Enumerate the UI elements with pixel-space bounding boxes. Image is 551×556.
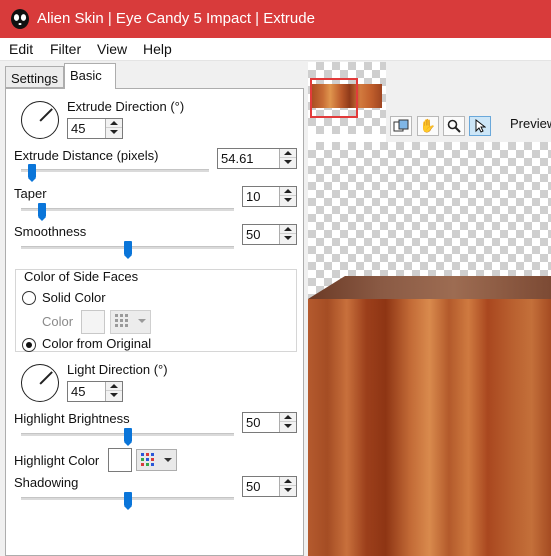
basic-tab-page: Extrude Direction (°) 45 Extrude Distanc… [5, 88, 304, 556]
extrude-distance-slider-thumb[interactable] [28, 164, 37, 182]
highlight-brightness-slider-thumb[interactable] [123, 428, 132, 446]
color-label: Color [42, 314, 74, 329]
menu-view[interactable]: View [97, 41, 127, 57]
shadowing-slider-thumb[interactable] [123, 492, 132, 510]
spin-up-button[interactable] [280, 187, 296, 196]
tab-settings[interactable]: Settings [5, 66, 64, 88]
side-color-picker-button [110, 310, 151, 334]
dial-needle [39, 371, 53, 385]
settings-panel: Settings Basic Extrude Direction (°) 45 … [0, 62, 308, 556]
extrude-direction-dial[interactable] [21, 101, 59, 139]
spin-up-button[interactable] [280, 477, 296, 486]
solid-color-radio[interactable] [22, 291, 36, 305]
navigator-thumbnail[interactable] [308, 62, 386, 134]
smoothness-value: 50 [246, 227, 261, 242]
side-faces-title: Color of Side Faces [24, 269, 139, 284]
chevron-down-icon [164, 458, 172, 462]
extrude-distance-spinbox[interactable]: 54.61 [217, 148, 297, 169]
taper-slider-track[interactable] [21, 208, 234, 211]
spin-down-button[interactable] [106, 391, 122, 400]
shadowing-spinbox[interactable]: 50 [242, 476, 297, 497]
extruded-wood-image [308, 276, 551, 556]
spin-down-button[interactable] [280, 234, 296, 243]
navigator-viewport-frame[interactable] [310, 78, 358, 118]
extrude-direction-spinbox[interactable]: 45 [67, 118, 123, 139]
taper-value: 10 [246, 189, 261, 204]
side-faces-group: Color of Side Faces Solid Color Color Co… [15, 269, 297, 352]
extrude-direction-label: Extrude Direction (°) [67, 99, 185, 114]
window-title: Alien Skin | Eye Candy 5 Impact | Extrud… [37, 10, 315, 27]
side-color-swatch [81, 310, 105, 334]
extrude-distance-value: 54.61 [221, 151, 254, 166]
menu-bar: Edit Filter View Help [0, 38, 551, 61]
highlight-brightness-label: Highlight Brightness [14, 411, 130, 426]
highlight-color-label: Highlight Color [14, 453, 100, 468]
color-from-original-radio[interactable] [22, 338, 36, 352]
taper-label: Taper [14, 186, 47, 201]
spin-up-button[interactable] [106, 382, 122, 391]
smoothness-spinbox[interactable]: 50 [242, 224, 297, 245]
shadowing-value: 50 [246, 479, 261, 494]
shadowing-label: Shadowing [14, 475, 79, 490]
spin-down-button[interactable] [280, 422, 296, 431]
color-from-original-label[interactable]: Color from Original [42, 336, 151, 351]
dial-needle [39, 108, 53, 122]
extrude-distance-slider-track[interactable] [21, 169, 209, 172]
light-direction-spinbox[interactable]: 45 [67, 381, 123, 402]
highlight-brightness-value: 50 [246, 415, 261, 430]
extrude-direction-value: 45 [71, 121, 86, 136]
color-grid-icon [141, 453, 154, 466]
taper-spinbox[interactable]: 10 [242, 186, 297, 207]
spin-up-button[interactable] [280, 413, 296, 422]
light-direction-dial[interactable] [21, 364, 59, 402]
spin-down-button[interactable] [280, 158, 296, 167]
preview-label: Preview [510, 116, 551, 131]
preview-canvas[interactable] [308, 142, 551, 556]
solid-color-label[interactable]: Solid Color [42, 290, 106, 305]
highlight-color-picker-button[interactable] [136, 449, 177, 471]
extrude-distance-label: Extrude Distance (pixels) [14, 148, 159, 163]
highlight-color-swatch[interactable] [108, 448, 132, 472]
menu-filter[interactable]: Filter [50, 41, 81, 57]
light-direction-label: Light Direction (°) [67, 362, 168, 377]
light-direction-value: 45 [71, 384, 86, 399]
arrow-pointer-icon[interactable] [469, 116, 491, 136]
smoothness-slider-thumb[interactable] [123, 241, 132, 259]
chevron-down-icon [138, 319, 146, 323]
menu-help[interactable]: Help [143, 41, 172, 57]
spin-down-button[interactable] [106, 128, 122, 137]
hand-icon[interactable]: ✋ [417, 116, 439, 136]
menu-edit[interactable]: Edit [9, 41, 33, 57]
preview-area: ✋ Preview [308, 62, 551, 556]
spin-down-button[interactable] [280, 196, 296, 205]
taper-slider-thumb[interactable] [38, 203, 47, 221]
spin-up-button[interactable] [280, 225, 296, 234]
title-bar: Alien Skin | Eye Candy 5 Impact | Extrud… [0, 0, 551, 38]
color-grid-icon [115, 314, 128, 327]
spin-up-button[interactable] [106, 119, 122, 128]
alien-skin-logo-icon [11, 9, 29, 29]
spin-down-button[interactable] [280, 486, 296, 495]
magnifier-icon[interactable] [443, 116, 465, 136]
smoothness-label: Smoothness [14, 224, 87, 239]
tab-basic[interactable]: Basic [64, 63, 116, 89]
compare-icon[interactable] [390, 116, 412, 136]
preview-toolbar: ✋ Preview [386, 62, 551, 142]
highlight-brightness-spinbox[interactable]: 50 [242, 412, 297, 433]
spin-up-button[interactable] [280, 149, 296, 158]
